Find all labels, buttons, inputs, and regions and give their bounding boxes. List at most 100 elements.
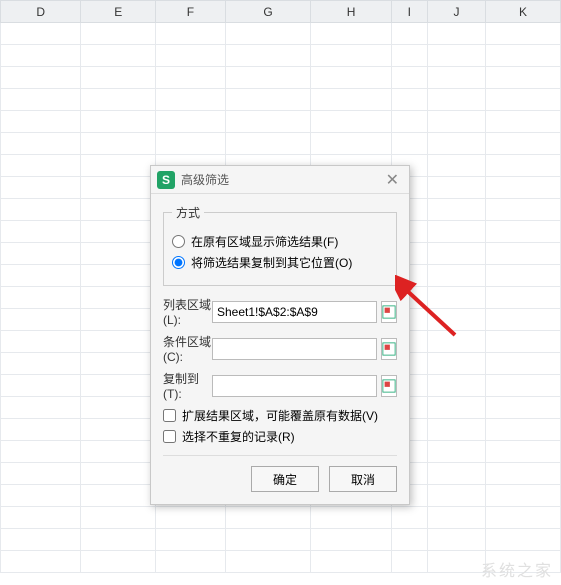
cell[interactable] (156, 23, 225, 45)
cell[interactable] (81, 133, 156, 155)
cell[interactable] (81, 551, 156, 573)
cell[interactable] (486, 23, 561, 45)
criteria-range-input[interactable] (212, 338, 377, 360)
column-header[interactable]: G (225, 1, 311, 23)
cell[interactable] (81, 529, 156, 551)
cell[interactable] (427, 111, 485, 133)
cell[interactable] (1, 551, 81, 573)
cell[interactable] (427, 199, 485, 221)
cell[interactable] (81, 89, 156, 111)
cell[interactable] (391, 45, 427, 67)
cell[interactable] (81, 331, 156, 353)
cell[interactable] (486, 67, 561, 89)
cell[interactable] (81, 397, 156, 419)
cell[interactable] (486, 133, 561, 155)
cell[interactable] (486, 177, 561, 199)
cell[interactable] (311, 111, 391, 133)
cell[interactable] (427, 507, 485, 529)
cell[interactable] (156, 111, 225, 133)
cell[interactable] (486, 265, 561, 287)
cell[interactable] (1, 331, 81, 353)
cancel-button[interactable]: 取消 (329, 466, 397, 492)
cell[interactable] (427, 353, 485, 375)
cell[interactable] (391, 89, 427, 111)
cell[interactable] (427, 67, 485, 89)
cell[interactable] (391, 133, 427, 155)
cell[interactable] (486, 155, 561, 177)
cell[interactable] (391, 551, 427, 573)
cell[interactable] (486, 331, 561, 353)
cell[interactable] (225, 111, 311, 133)
cell[interactable] (1, 67, 81, 89)
cell[interactable] (225, 23, 311, 45)
cell[interactable] (427, 441, 485, 463)
column-header[interactable]: E (81, 1, 156, 23)
column-header[interactable]: H (311, 1, 391, 23)
cell[interactable] (156, 551, 225, 573)
cell[interactable] (1, 199, 81, 221)
column-header[interactable]: D (1, 1, 81, 23)
close-icon[interactable]: ✕ (382, 170, 403, 190)
cell[interactable] (311, 67, 391, 89)
cell[interactable] (391, 23, 427, 45)
cell[interactable] (427, 177, 485, 199)
cell[interactable] (486, 397, 561, 419)
cell[interactable] (427, 551, 485, 573)
cell[interactable] (1, 111, 81, 133)
cell[interactable] (1, 375, 81, 397)
cell[interactable] (427, 309, 485, 331)
ok-button[interactable]: 确定 (251, 466, 319, 492)
cell[interactable] (391, 529, 427, 551)
cell[interactable] (81, 221, 156, 243)
cell[interactable] (427, 287, 485, 309)
cell[interactable] (225, 529, 311, 551)
cell[interactable] (427, 485, 485, 507)
cell[interactable] (225, 89, 311, 111)
cell[interactable] (81, 309, 156, 331)
criteria-range-picker-icon[interactable] (381, 338, 397, 360)
cell[interactable] (1, 485, 81, 507)
cell[interactable] (1, 133, 81, 155)
cell[interactable] (1, 265, 81, 287)
cell[interactable] (1, 287, 81, 309)
column-header[interactable]: J (427, 1, 485, 23)
cell[interactable] (427, 45, 485, 67)
cell[interactable] (1, 243, 81, 265)
cell[interactable] (391, 67, 427, 89)
cell[interactable] (81, 23, 156, 45)
cell[interactable] (1, 309, 81, 331)
radio-filter-in-place[interactable] (172, 235, 185, 248)
cell[interactable] (311, 529, 391, 551)
cell[interactable] (427, 89, 485, 111)
cell[interactable] (81, 463, 156, 485)
cell[interactable] (81, 155, 156, 177)
copy-to-input[interactable] (212, 375, 377, 397)
cell[interactable] (81, 287, 156, 309)
expand-results-checkbox[interactable] (163, 409, 176, 422)
cell[interactable] (427, 375, 485, 397)
cell[interactable] (427, 331, 485, 353)
column-header[interactable]: I (391, 1, 427, 23)
cell[interactable] (391, 111, 427, 133)
cell[interactable] (486, 89, 561, 111)
cell[interactable] (1, 89, 81, 111)
cell[interactable] (486, 221, 561, 243)
cell[interactable] (311, 45, 391, 67)
cell[interactable] (81, 111, 156, 133)
cell[interactable] (486, 309, 561, 331)
cell[interactable] (486, 485, 561, 507)
cell[interactable] (427, 23, 485, 45)
cell[interactable] (225, 133, 311, 155)
cell[interactable] (391, 507, 427, 529)
column-header[interactable]: F (156, 1, 225, 23)
cell[interactable] (1, 177, 81, 199)
cell[interactable] (81, 507, 156, 529)
cell[interactable] (427, 243, 485, 265)
cell[interactable] (81, 419, 156, 441)
column-header[interactable]: K (486, 1, 561, 23)
cell[interactable] (81, 375, 156, 397)
cell[interactable] (1, 221, 81, 243)
cell[interactable] (1, 23, 81, 45)
cell[interactable] (1, 419, 81, 441)
cell[interactable] (1, 353, 81, 375)
